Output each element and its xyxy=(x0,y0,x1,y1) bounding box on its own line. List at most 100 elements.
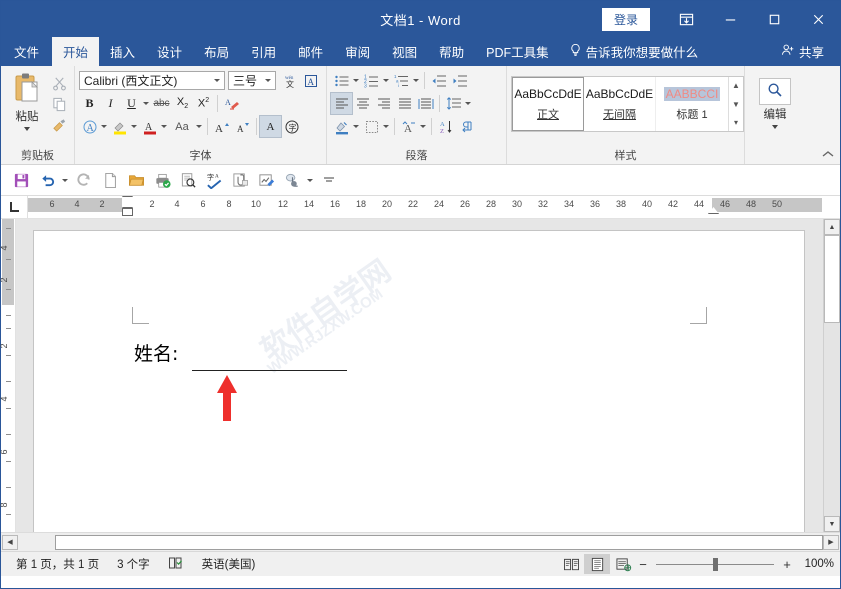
enclose-character-button[interactable]: 字 xyxy=(281,116,302,137)
touch-mode-dropdown-caret-icon[interactable] xyxy=(307,178,313,182)
collapse-ribbon-chevron-icon[interactable] xyxy=(821,149,835,162)
tab-mailings[interactable]: 邮件 xyxy=(287,37,334,66)
zoom-level-label[interactable]: 100% xyxy=(794,558,834,570)
styles-more-icon[interactable]: ▾ xyxy=(729,114,743,131)
zoom-out-button[interactable]: − xyxy=(636,557,650,572)
phonetic-guide-button[interactable]: wén 文 xyxy=(279,70,300,91)
save-icon[interactable] xyxy=(9,168,33,192)
web-layout-icon[interactable] xyxy=(610,554,636,574)
paste-dropdown-caret-icon[interactable] xyxy=(24,127,30,131)
sign-in-button[interactable]: 登录 xyxy=(601,7,650,31)
bold-button[interactable]: B xyxy=(79,93,100,114)
character-shading-button[interactable]: A xyxy=(259,115,282,138)
font-size-input[interactable]: 三号 xyxy=(228,71,276,90)
page-indicator[interactable]: 第 1 页，共 1 页 xyxy=(7,556,108,572)
superscript-button[interactable]: X2 xyxy=(193,93,214,114)
edit-chart-icon[interactable] xyxy=(254,168,278,192)
subscript-button[interactable]: X2 xyxy=(172,93,193,114)
styles-scroll-down-icon[interactable]: ▼ xyxy=(729,96,743,113)
document-body-text[interactable]: 姓名: xyxy=(134,339,178,366)
text-highlight-button[interactable] xyxy=(109,116,130,137)
change-case-dropdown-caret-icon[interactable] xyxy=(196,125,202,128)
underline-button[interactable]: U xyxy=(121,93,142,114)
tab-home[interactable]: 开始 xyxy=(52,37,100,66)
decrease-indent-button[interactable] xyxy=(428,70,449,91)
tab-design[interactable]: 设计 xyxy=(146,37,193,66)
print-layout-icon[interactable] xyxy=(584,554,610,574)
tab-insert[interactable]: 插入 xyxy=(99,37,146,66)
strikethrough-button[interactable]: abc xyxy=(151,93,172,114)
horizontal-ruler[interactable]: 6 4 2 2 4 6 8 10 12 14 16 18 20 22 24 26… xyxy=(28,196,823,218)
underline-dropdown-caret-icon[interactable] xyxy=(143,102,149,105)
asian-layout-button[interactable]: A xyxy=(398,116,419,137)
line-spacing-dropdown-caret-icon[interactable] xyxy=(465,102,471,105)
format-painter-button[interactable] xyxy=(49,115,70,136)
numbered-list-button[interactable]: 123 xyxy=(361,70,382,91)
highlight-dropdown-caret-icon[interactable] xyxy=(131,125,137,128)
tab-pdf-tools[interactable]: PDF工具集 xyxy=(475,37,560,66)
attach-file-icon[interactable] xyxy=(228,168,252,192)
read-mode-icon[interactable] xyxy=(558,554,584,574)
text-effects-dropdown-caret-icon[interactable] xyxy=(101,125,107,128)
editing-dropdown-caret-icon[interactable] xyxy=(772,125,778,129)
shading-dropdown-caret-icon[interactable] xyxy=(353,125,359,128)
align-center-button[interactable] xyxy=(352,93,373,114)
align-left-button[interactable] xyxy=(330,92,353,115)
zoom-slider[interactable] xyxy=(656,557,774,571)
tab-file[interactable]: 文件 xyxy=(1,37,52,66)
borders-dropdown-caret-icon[interactable] xyxy=(383,125,389,128)
vertical-ruler[interactable]: 4 2 2 4 6 8 xyxy=(0,219,16,532)
minimize-icon[interactable] xyxy=(708,1,752,37)
copy-button[interactable] xyxy=(49,94,70,115)
show-formatting-marks-button[interactable] xyxy=(456,116,477,137)
proofing-status-icon[interactable] xyxy=(159,556,193,573)
paste-button[interactable]: 粘贴 xyxy=(5,69,49,131)
horizontal-scroll-thumb[interactable] xyxy=(55,534,823,550)
close-icon[interactable] xyxy=(796,1,840,37)
vertical-scroll-track[interactable] xyxy=(824,323,840,516)
left-indent-marker[interactable] xyxy=(122,208,133,216)
tab-stop-selector[interactable] xyxy=(1,196,28,218)
scroll-left-arrow-icon[interactable]: ◀ xyxy=(2,534,18,550)
open-folder-icon[interactable] xyxy=(124,168,148,192)
grow-font-button[interactable]: A xyxy=(211,116,232,137)
scroll-up-arrow-icon[interactable]: ▲ xyxy=(824,219,840,235)
font-color-dropdown-caret-icon[interactable] xyxy=(161,125,167,128)
document-page[interactable]: 软件自学网 WWW.RJZXW.COM 姓名: xyxy=(34,231,804,532)
tab-help[interactable]: 帮助 xyxy=(428,37,475,66)
more-commands-icon[interactable] xyxy=(317,168,341,192)
undo-dropdown-caret-icon[interactable] xyxy=(62,178,68,182)
paragraph-shading-button[interactable] xyxy=(331,116,352,137)
font-name-input[interactable]: Calibri (西文正文) xyxy=(79,71,225,90)
cut-button[interactable] xyxy=(49,73,70,94)
language-indicator[interactable]: 英语(美国) xyxy=(193,556,265,572)
tab-view[interactable]: 视图 xyxy=(381,37,428,66)
align-right-button[interactable] xyxy=(373,93,394,114)
word-count[interactable]: 3 个字 xyxy=(108,556,159,572)
spelling-check-icon[interactable]: 字A xyxy=(202,168,226,192)
ribbon-display-options-icon[interactable] xyxy=(664,1,708,37)
italic-button[interactable]: I xyxy=(100,93,121,114)
editing-button[interactable]: 编辑 xyxy=(753,75,797,129)
font-color-button[interactable]: A xyxy=(139,116,160,137)
asian-layout-dropdown-caret-icon[interactable] xyxy=(420,125,426,128)
shrink-font-button[interactable]: A xyxy=(232,116,253,137)
tab-review[interactable]: 审阅 xyxy=(334,37,381,66)
redo-icon[interactable] xyxy=(72,168,96,192)
bullet-list-button[interactable] xyxy=(331,70,352,91)
new-document-icon[interactable] xyxy=(98,168,122,192)
character-border-button[interactable]: A xyxy=(300,70,321,91)
tab-references[interactable]: 引用 xyxy=(240,37,287,66)
font-size-dropdown-caret-icon[interactable] xyxy=(265,79,271,82)
multilevel-list-button[interactable]: 1ai xyxy=(391,70,412,91)
document-underline[interactable] xyxy=(192,370,347,371)
multilevel-dropdown-caret-icon[interactable] xyxy=(413,79,419,82)
clear-formatting-button[interactable]: A xyxy=(221,93,242,114)
vertical-scrollbar[interactable]: ▲ ▼ xyxy=(823,219,840,532)
touch-mode-icon[interactable] xyxy=(280,168,304,192)
increase-indent-button[interactable] xyxy=(449,70,470,91)
tab-layout[interactable]: 布局 xyxy=(193,37,240,66)
style-normal[interactable]: AaBbCcDdE 正文 xyxy=(512,77,584,131)
scroll-down-arrow-icon[interactable]: ▼ xyxy=(824,516,840,532)
style-no-spacing[interactable]: AaBbCcDdE 无间隔 xyxy=(584,77,656,131)
